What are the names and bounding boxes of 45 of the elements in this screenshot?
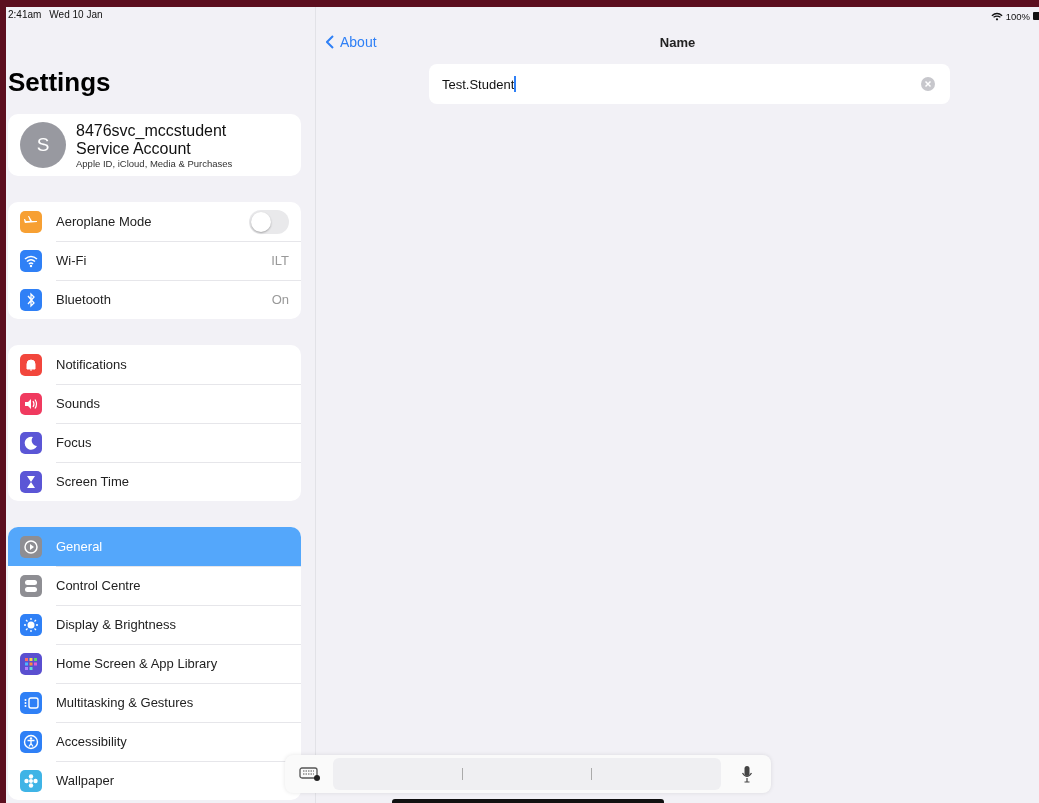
account-detail: Apple ID, iCloud, Media & Purchases (76, 157, 233, 169)
row-label: Wallpaper (56, 773, 116, 788)
row-label: Bluetooth (56, 292, 112, 307)
status-time: 2:41am (8, 9, 42, 22)
microphone-icon[interactable] (741, 765, 753, 783)
settings-row[interactable]: Focus (8, 423, 301, 462)
row-label: Screen Time (56, 474, 130, 489)
settings-row[interactable]: Sounds (8, 384, 301, 423)
avatar: S (20, 122, 66, 168)
battery-percent: 100% (1005, 10, 1030, 22)
row-label: Display & Brightness (56, 617, 177, 632)
row-label: Notifications (56, 357, 128, 372)
row-label: Wi-Fi (56, 253, 88, 268)
toggle-switch[interactable] (249, 209, 289, 234)
clear-icon[interactable] (921, 77, 935, 91)
name-field[interactable]: Test.Student (429, 64, 950, 104)
settings-row[interactable]: Bluetooth On (8, 280, 301, 319)
settings-row[interactable]: Multitasking & Gestures (8, 683, 301, 722)
page-title: Name (659, 34, 696, 50)
row-label: Sounds (56, 396, 102, 411)
wifi-icon (990, 11, 1003, 21)
chevron-icon (326, 35, 334, 49)
settings-row[interactable]: Wi-Fi ILT (8, 241, 301, 280)
account-subtitle: Service Account (76, 139, 192, 158)
row-value: On (271, 292, 289, 307)
status-date: Wed 10 Jan (49, 9, 103, 22)
settings-row[interactable]: Accessibility (8, 722, 301, 761)
row-label: Control Centre (56, 578, 142, 593)
settings-title: Settings (8, 67, 112, 98)
settings-row[interactable]: Display & Brightness (8, 605, 301, 644)
row-label: Multitasking & Gestures (56, 695, 195, 710)
settings-row[interactable]: Aeroplane Mode (8, 202, 301, 241)
settings-row[interactable]: Home Screen & App Library (8, 644, 301, 683)
row-label: Home Screen & App Library (56, 656, 219, 671)
settings-row[interactable]: Notifications (8, 345, 301, 384)
settings-row[interactable]: Screen Time (8, 462, 301, 501)
account-name: 8476svc_mccstudent (76, 121, 228, 140)
settings-row[interactable]: Control Centre (8, 566, 301, 605)
row-label: General (56, 539, 104, 554)
account-card[interactable]: S 8476svc_mccstudent Service Account Apple ID, iCloud, Media & Purchases (8, 114, 301, 176)
keyboard-icon[interactable] (299, 767, 321, 781)
row-label: Focus (56, 435, 93, 450)
row-label: Accessibility (56, 734, 128, 749)
row-label: Aeroplane Mode (56, 214, 153, 229)
row-value: ILT (271, 253, 289, 268)
